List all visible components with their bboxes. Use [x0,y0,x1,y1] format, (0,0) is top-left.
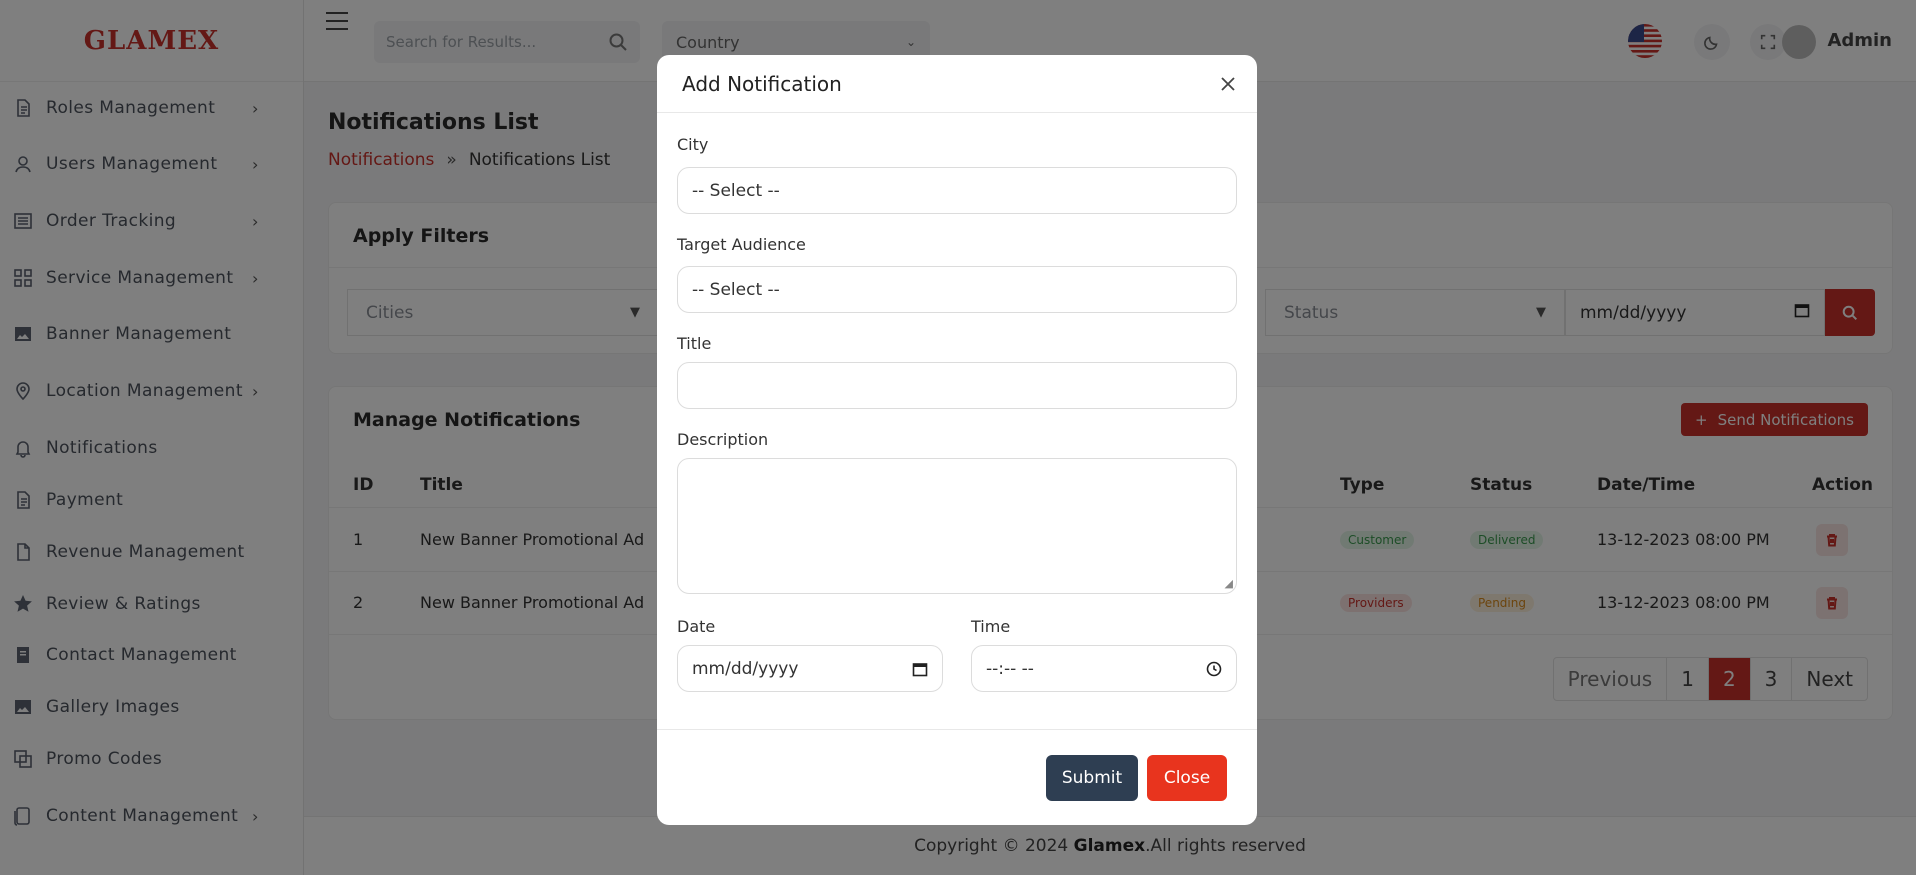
modal-footer-divider [657,729,1257,730]
clock-icon[interactable] [1206,661,1222,677]
date-input[interactable]: mm/dd/yyyy [677,645,943,692]
city-select[interactable]: -- Select -- [677,167,1237,214]
description-textarea[interactable]: ◢ [677,458,1237,594]
title-label: Title [677,334,712,353]
submit-button[interactable]: Submit [1046,755,1138,801]
title-input[interactable] [677,362,1237,409]
time-input-placeholder: --:-- -- [986,658,1034,679]
add-notification-modal: Add Notification City -- Select -- Targe… [657,55,1257,825]
target-audience-select[interactable]: -- Select -- [677,266,1237,313]
date-input-placeholder: mm/dd/yyyy [692,658,799,679]
close-button[interactable]: Close [1147,755,1227,801]
modal-title: Add Notification [682,72,842,96]
calendar-icon[interactable] [912,661,928,677]
target-audience-label: Target Audience [677,235,806,254]
modal-header: Add Notification [657,55,1257,113]
description-label: Description [677,430,769,449]
date-label: Date [677,617,716,636]
city-label: City [677,135,709,154]
time-label: Time [971,617,1011,636]
city-select-value: -- Select -- [692,180,780,201]
target-audience-select-value: -- Select -- [692,279,780,300]
time-input[interactable]: --:-- -- [971,645,1237,692]
close-icon[interactable] [1217,73,1239,95]
resize-handle-icon[interactable]: ◢ [1225,577,1233,590]
